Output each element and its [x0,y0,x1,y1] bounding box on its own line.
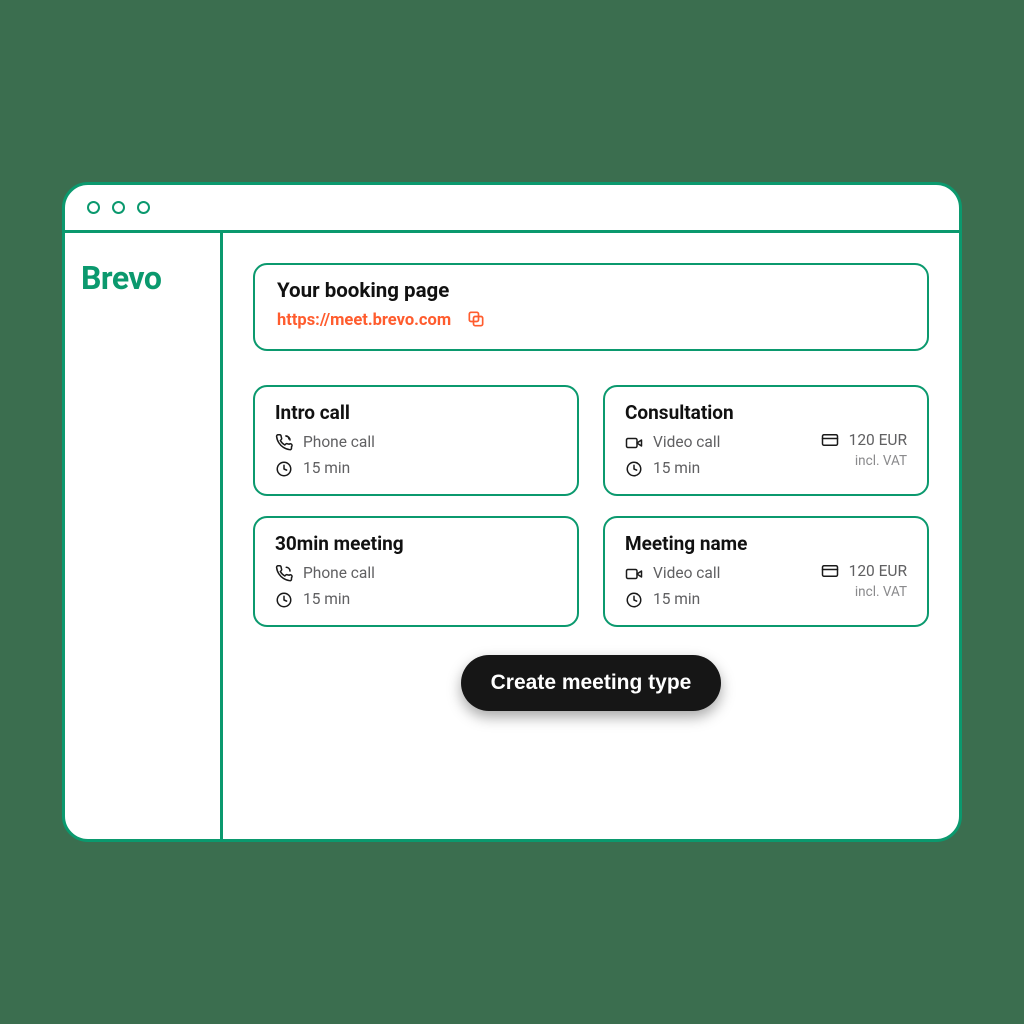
meeting-duration: 15 min [303,592,350,608]
copy-icon [466,309,486,332]
meeting-card[interactable]: Meeting name Video call [603,516,929,627]
meeting-duration: 15 min [653,461,700,477]
clock-icon [625,591,643,609]
credit-card-icon [821,562,839,580]
video-icon [625,434,643,452]
meeting-title: Intro call [275,401,557,424]
meeting-duration: 15 min [653,592,700,608]
meeting-mode: Video call [653,566,720,582]
clock-icon [275,460,293,478]
main-content: Your booking page https://meet.brevo.com [223,233,959,839]
clock-icon [625,460,643,478]
copy-url-button[interactable] [465,309,487,331]
meeting-title: Meeting name [625,532,805,555]
phone-icon [275,565,293,583]
meeting-price-note: incl. VAT [855,584,907,600]
meeting-card[interactable]: 30min meeting Phone call [253,516,579,627]
meeting-card[interactable]: Consultation Video call [603,385,929,496]
booking-url[interactable]: https://meet.brevo.com [277,311,451,330]
meeting-mode: Video call [653,435,720,451]
app-window: Brevo Your booking page https://meet.bre… [62,182,962,842]
brand-logo: Brevo [81,259,204,297]
booking-page-card: Your booking page https://meet.brevo.com [253,263,929,351]
create-meeting-type-button[interactable]: Create meeting type [461,655,722,711]
window-titlebar [65,185,959,233]
window-dot [112,201,125,214]
window-dot [137,201,150,214]
credit-card-icon [821,431,839,449]
meeting-price: 120 EUR [849,431,907,449]
meeting-mode: Phone call [303,435,375,451]
clock-icon [275,591,293,609]
booking-title: Your booking page [277,279,905,303]
meeting-title: Consultation [625,401,805,424]
window-dot [87,201,100,214]
meeting-mode: Phone call [303,566,375,582]
meeting-grid: Intro call Phone call [253,385,929,627]
window-controls [87,201,150,214]
meeting-price: 120 EUR [849,562,907,580]
meeting-card[interactable]: Intro call Phone call [253,385,579,496]
meeting-title: 30min meeting [275,532,557,555]
meeting-price-note: incl. VAT [855,453,907,469]
video-icon [625,565,643,583]
meeting-duration: 15 min [303,461,350,477]
phone-icon [275,434,293,452]
sidebar: Brevo [65,233,223,839]
